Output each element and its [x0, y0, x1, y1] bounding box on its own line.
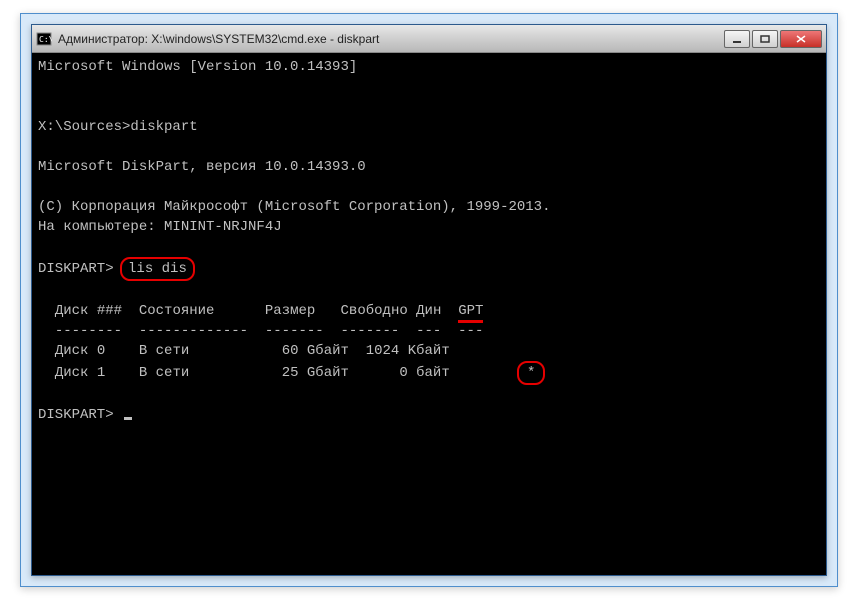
row1-state: В сети: [139, 365, 189, 381]
col-gpt-highlight: GPT: [458, 303, 483, 323]
version-line: Microsoft Windows [Version 10.0.14393]: [38, 59, 357, 75]
sep-size: -------: [265, 323, 324, 339]
cmd-window: C:\ Администратор: X:\windows\SYSTEM32\c…: [31, 24, 827, 576]
prompt-path: X:\Sources>: [38, 119, 130, 135]
row1-size: 25 Gбайт: [282, 365, 349, 381]
row0-size: 60 Gбайт: [282, 343, 349, 359]
sep-state: -------------: [139, 323, 248, 339]
terminal-output[interactable]: Microsoft Windows [Version 10.0.14393] X…: [32, 53, 826, 575]
sep-gpt: ---: [458, 323, 483, 339]
prompt-cmd: diskpart: [130, 119, 197, 135]
cmd-icon: C:\: [36, 31, 52, 47]
diskpart-prompt: DISKPART>: [38, 261, 114, 277]
diskpart-copyright: (C) Корпорация Майкрософт (Microsoft Cor…: [38, 199, 550, 215]
row1-gpt: *: [527, 365, 535, 381]
col-gpt: GPT: [458, 303, 483, 319]
diskpart-prompt-2: DISKPART>: [38, 407, 114, 423]
col-size: Размер: [265, 303, 315, 319]
col-dyn: Дин: [416, 303, 441, 319]
titlebar[interactable]: C:\ Администратор: X:\windows\SYSTEM32\c…: [32, 25, 826, 53]
col-state: Состояние: [139, 303, 215, 319]
row0-free: 1024 Kбайт: [366, 343, 450, 359]
row1-free: 0 байт: [399, 365, 449, 381]
sep-free: -------: [341, 323, 400, 339]
diskpart-computer: На компьютере: MININT-NRJNF4J: [38, 219, 282, 235]
outer-frame: C:\ Администратор: X:\windows\SYSTEM32\c…: [20, 13, 838, 587]
window-title: Администратор: X:\windows\SYSTEM32\cmd.e…: [58, 32, 724, 46]
sep-dyn: ---: [416, 323, 441, 339]
sep-disk: --------: [55, 323, 122, 339]
row0-disk: Диск 0: [55, 343, 105, 359]
maximize-button[interactable]: [752, 30, 778, 48]
gpt-star-highlight: *: [517, 361, 545, 385]
svg-text:C:\: C:\: [39, 35, 52, 44]
window-buttons: [724, 30, 822, 48]
minimize-button[interactable]: [724, 30, 750, 48]
diskpart-header: Microsoft DiskPart, версия 10.0.14393.0: [38, 159, 366, 175]
diskpart-cmd: lis dis: [128, 261, 187, 277]
diskpart-cmd-highlight: lis dis: [120, 257, 195, 281]
row1-disk: Диск 1: [55, 365, 105, 381]
cursor: [124, 417, 132, 420]
col-free: Свободно: [341, 303, 408, 319]
row0-state: В сети: [139, 343, 189, 359]
close-button[interactable]: [780, 30, 822, 48]
col-disk: Диск ###: [55, 303, 122, 319]
